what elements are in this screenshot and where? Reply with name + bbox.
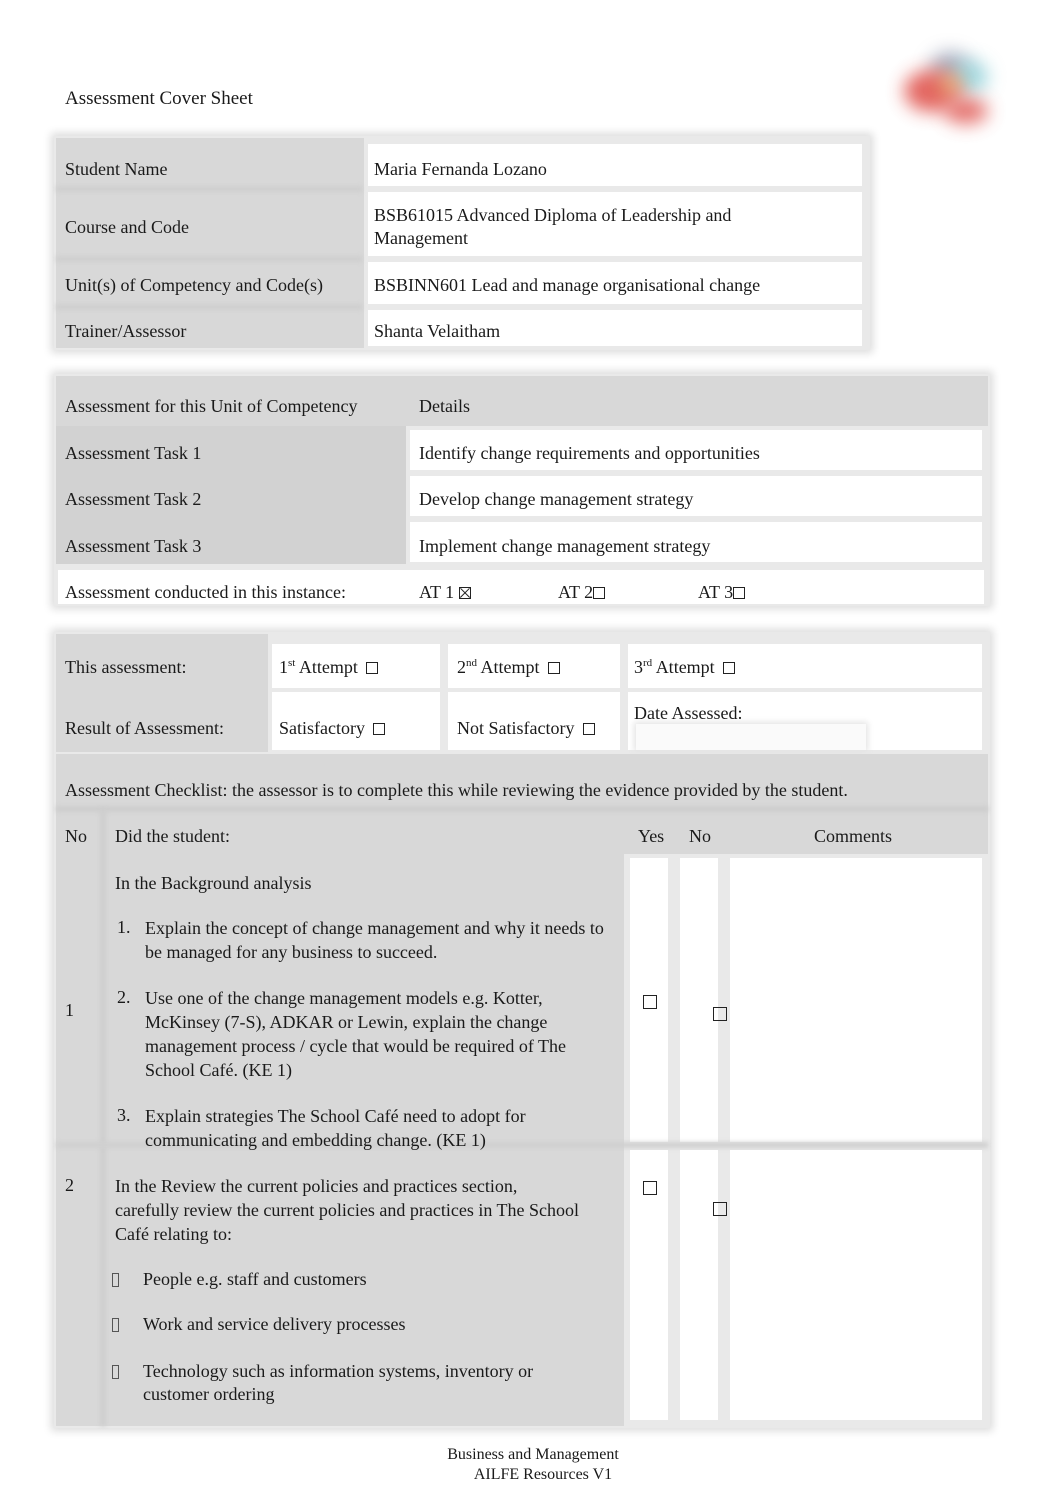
checklist-header-comments: Comments [814,826,893,846]
at2-label: AT 2 [558,582,594,602]
student-name-label: Student Name [65,159,168,179]
second-attempt-option[interactable]: 2nd Attempt [457,656,561,679]
at3-checkbox[interactable] [733,587,746,599]
satisfactory-checkbox[interactable] [373,723,386,735]
not-satisfactory-checkbox[interactable] [582,723,595,735]
task-label: Assessment Task 1 [65,443,202,463]
bullet-icon [112,1318,119,1332]
checklist-subitem: Technology such as information systems, … [143,1361,534,1404]
checklist-header-question: Did the student: [115,826,230,846]
task-details: Implement change management strategy [419,536,711,556]
third-attempt-option[interactable]: 3rd Attempt [634,656,736,679]
second-attempt-checkbox[interactable] [548,662,561,674]
bullet-icon [112,1273,119,1287]
attempt-suffix: rd [643,657,653,669]
checklist-item-lead: In the Review the current policies and p… [115,1176,579,1244]
list-marker: 3. [117,1105,131,1125]
at2-option[interactable]: AT 2 [558,581,606,604]
at3-label: AT 3 [698,582,734,602]
at2-checkbox[interactable] [593,587,606,599]
item1-no-checkbox[interactable] [712,1007,727,1021]
page-title: Assessment Cover Sheet [65,88,253,109]
trainer-value[interactable]: Shanta Velaitham [374,320,500,343]
checklist-subitem: Work and service delivery processes [143,1314,406,1334]
checklist-subitem: Explain strategies The School Café need … [145,1106,526,1150]
first-attempt-checkbox[interactable] [366,662,379,674]
course-code-value[interactable]: BSB61015 Advanced Diploma of Leadership … [374,204,794,250]
at1-label: AT 1 [419,582,455,602]
task-label: Assessment Task 2 [65,489,202,509]
checklist-intro: Assessment Checklist: the assessor is to… [65,780,848,800]
course-code-label: Course and Code [65,217,189,237]
attempt-text: Attempt [298,657,358,677]
organisation-logo [890,48,1000,128]
page-footer: Business and Management AILFE Resources … [413,1445,653,1485]
third-attempt-checkbox[interactable] [723,662,736,674]
item1-yes-checkbox[interactable] [643,995,657,1009]
bullet-icon [112,1365,119,1379]
at3-option[interactable]: AT 3 [698,581,746,604]
satisfactory-option[interactable]: Satisfactory [279,717,386,740]
checklist-header-yes: Yes [638,826,665,846]
tasks-header-details: Details [419,396,470,416]
attempt-num: 3 [634,657,643,677]
footer-line-2: AILFE Resources V1 [473,1466,613,1483]
attempt-label: This assessment: [65,657,187,677]
comments-cell[interactable] [730,1150,982,1420]
list-marker: 1. [117,917,131,937]
checklist-item-number: 1 [65,1000,74,1020]
student-name-value[interactable]: Maria Fernanda Lozano [374,158,547,181]
checklist-subitem: Explain the concept of change management… [145,918,604,962]
checklist-row: 2 In the Review the current policies and… [0,21,1062,1404]
checklist-row: 1 In the Background analysis 1. Explain … [0,0,1062,1150]
attempt-text: Attempt [480,657,540,677]
footer-line-1: Business and Management [447,1446,619,1463]
attempt-text: Attempt [655,657,715,677]
checklist-item-number: 2 [65,1175,74,1195]
not-satisfactory-option[interactable]: Not Satisfactory [457,717,595,740]
attempt-num: 2 [457,657,466,677]
item2-yes-checkbox[interactable] [643,1181,657,1195]
checklist-header-no-col: No [689,826,711,846]
unit-code-value[interactable]: BSBINN601 Lead and manage organisational… [374,274,760,297]
unit-code-label: Unit(s) of Competency and Code(s) [65,275,323,295]
list-marker: 2. [117,987,131,1007]
not-satisfactory-label: Not Satisfactory [457,718,575,738]
checklist-header-no: No [65,826,87,846]
comments-cell[interactable] [730,858,982,1142]
attempt-suffix: nd [466,657,477,669]
date-assessed-label: Date Assessed: [634,703,743,723]
result-label: Result of Assessment: [65,718,225,738]
assessment-result-table: This assessment: 1st Attempt 2nd Attempt… [0,0,1062,1428]
attempt-suffix: st [288,657,296,669]
checklist-subitem: Use one of the change management models … [145,988,567,1080]
tasks-header-unit: Assessment for this Unit of Competency [65,396,358,416]
task-details: Identify change requirements and opportu… [419,443,760,463]
satisfactory-label: Satisfactory [279,718,365,738]
at1-checkbox-checked[interactable] [458,587,471,599]
task-details: Develop change management strategy [419,489,694,509]
date-assessed-field[interactable] [636,724,866,750]
checklist-subitem: People e.g. staff and customers [143,1269,367,1289]
checklist-item-lead: In the Background analysis [115,873,312,893]
trainer-label: Trainer/Assessor [65,321,187,341]
item2-no-checkbox[interactable] [712,1202,727,1216]
attempt-num: 1 [279,657,288,677]
first-attempt-option[interactable]: 1st Attempt [279,656,379,679]
task-label: Assessment Task 3 [65,536,202,556]
at1-option[interactable]: AT 1 [419,581,471,604]
instance-label: Assessment conducted in this instance: [65,582,346,602]
